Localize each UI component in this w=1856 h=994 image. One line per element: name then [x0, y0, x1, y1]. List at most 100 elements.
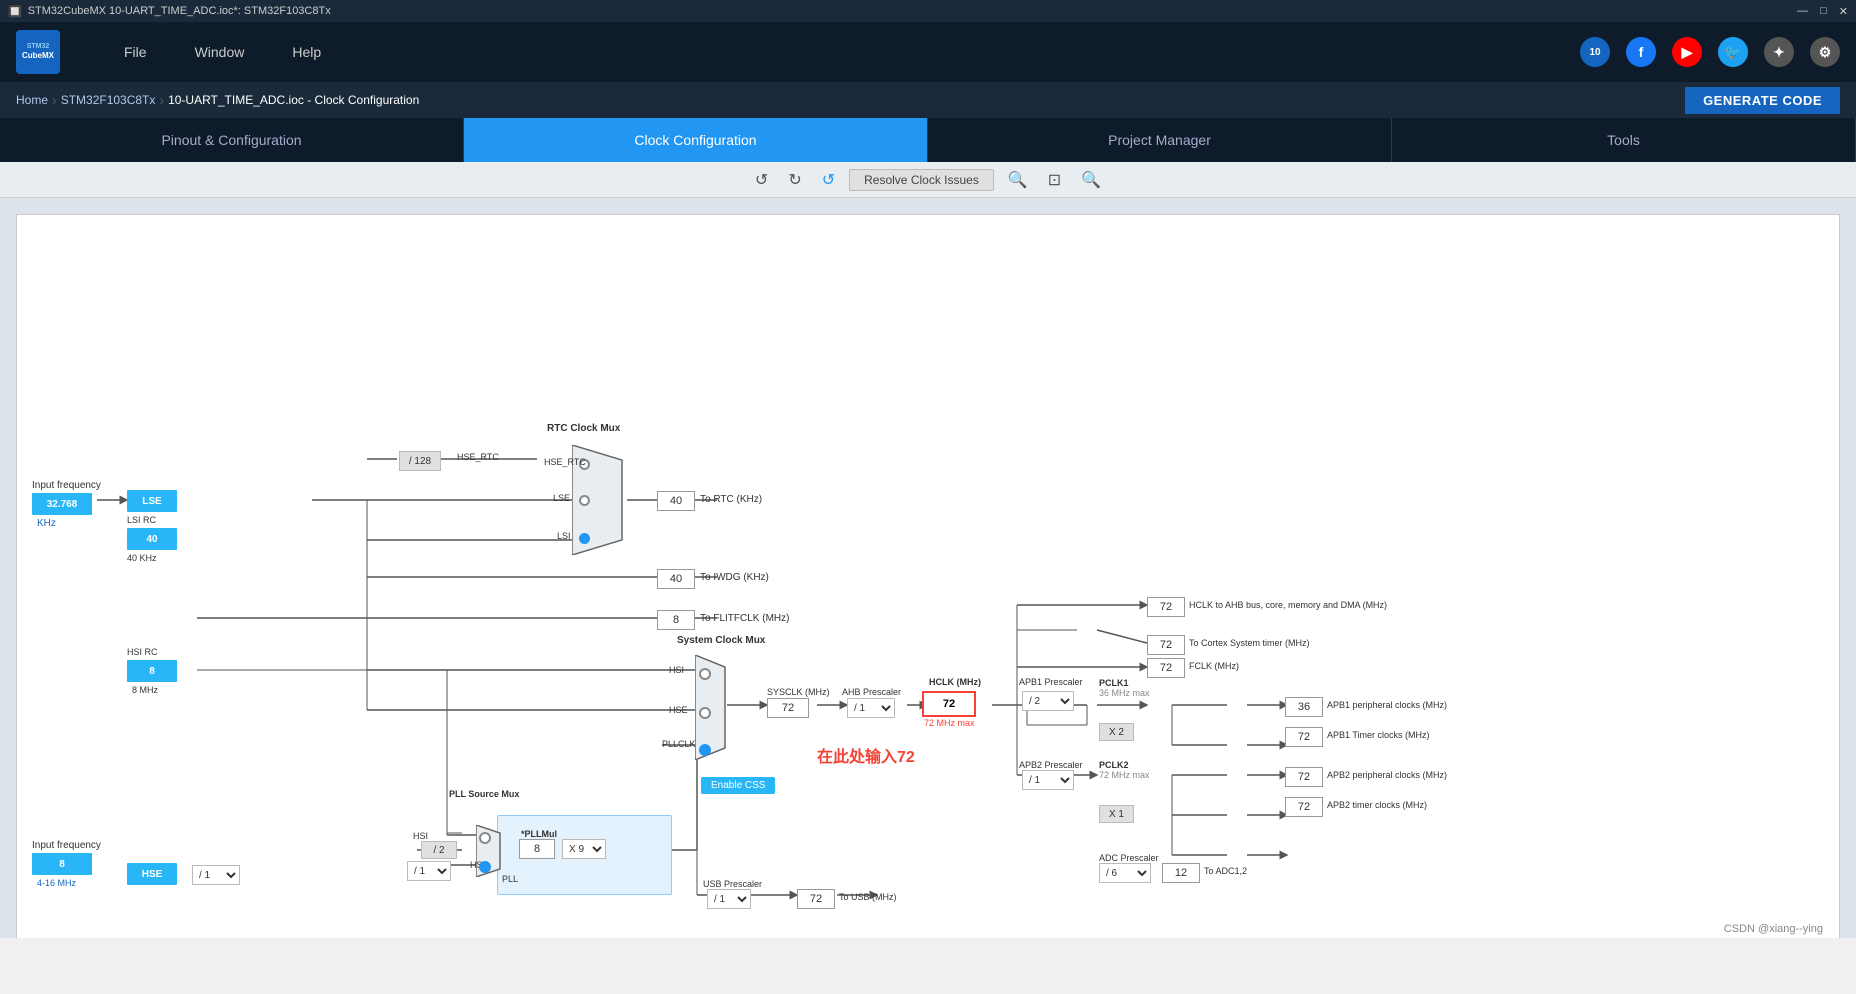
titlebar-title: STM32CubeMX 10-UART_TIME_ADC.ioc*: STM32… — [28, 5, 331, 17]
menu-window[interactable]: Window — [171, 36, 269, 68]
lse-unit-label: KHz — [37, 518, 56, 529]
lse-block[interactable]: LSE — [127, 490, 177, 512]
hsi-rc-label-text: HSI RC — [127, 647, 158, 657]
input-freq-lse-label: Input frequency — [32, 480, 101, 491]
maximize-btn[interactable]: □ — [1820, 5, 1827, 18]
adc-val[interactable]: 12 — [1162, 863, 1200, 883]
to-rtc-label: To RTC (KHz) — [700, 494, 762, 505]
pll-x9-select[interactable]: X 9 X 2 X 3 — [562, 839, 606, 859]
hse-pll-div-select[interactable]: / 1 — [407, 861, 451, 881]
to-iwdg-label: To IWDG (KHz) — [700, 572, 769, 583]
apb1-periph-label: APB1 peripheral clocks (MHz) — [1327, 700, 1447, 710]
refresh-button[interactable]: ↺ — [816, 168, 841, 192]
apb2-x1-block: X 1 — [1099, 805, 1134, 823]
undo-button[interactable]: ↺ — [749, 168, 774, 192]
clock-diagram: Input frequency 32.768 KHz LSE LSI RC 40… — [16, 214, 1840, 938]
hse-freq-input[interactable]: 8 — [32, 853, 92, 875]
pclk1-label: PCLK1 — [1099, 678, 1129, 688]
sys-mux-radio-hsi[interactable] — [699, 668, 711, 680]
pll-src-radio-hsi[interactable] — [479, 832, 491, 844]
resolve-clock-button[interactable]: Resolve Clock Issues — [849, 169, 994, 191]
zoom-out-button[interactable]: 🔍 — [1075, 168, 1107, 192]
to-rtc-val[interactable]: 40 — [657, 491, 695, 511]
logo-area: STM32 CubeMX — [16, 30, 60, 74]
settings-icon[interactable]: ⚙ — [1810, 37, 1840, 67]
youtube-icon[interactable]: ▶ — [1672, 37, 1702, 67]
close-btn[interactable]: ✕ — [1839, 5, 1848, 18]
logo-box: STM32 CubeMX — [16, 30, 60, 74]
div128-block: / 128 — [399, 451, 441, 471]
toolbar: ↺ ↻ ↺ Resolve Clock Issues 🔍 ⊡ 🔍 — [0, 162, 1856, 198]
to-ahb-label: HCLK to AHB bus, core, memory and DMA (M… — [1189, 600, 1387, 610]
pclk2-label: PCLK2 — [1099, 760, 1129, 770]
canvas-area: Input frequency 32.768 KHz LSE LSI RC 40… — [0, 198, 1856, 938]
ahb-prescaler-select[interactable]: / 1 — [847, 698, 895, 718]
breadcrumb-sep2: › — [159, 92, 164, 108]
menu-file[interactable]: File — [100, 36, 171, 68]
hse-rtc-label: HSE_RTC — [457, 452, 499, 462]
ahb-prescaler-label: AHB Prescaler — [842, 687, 901, 697]
tab-clock[interactable]: Clock Configuration — [464, 118, 928, 162]
twitter-icon[interactable]: 🐦 — [1718, 37, 1748, 67]
lse-freq-input[interactable]: 32.768 — [32, 493, 92, 515]
rtc-mux-radio-lsi[interactable] — [579, 533, 590, 544]
apb1-timer-val[interactable]: 72 — [1285, 727, 1323, 747]
apb1-prescaler-label: APB1 Prescaler — [1019, 677, 1083, 687]
sysclk-val[interactable]: 72 — [767, 698, 809, 718]
hse-rtc-mux-label: HSE_RTC — [544, 457, 586, 467]
hclk-input[interactable]: 72 — [922, 691, 976, 717]
to-flit-val[interactable]: 8 — [657, 610, 695, 630]
to-iwdg-val[interactable]: 40 — [657, 569, 695, 589]
tab-pinout[interactable]: Pinout & Configuration — [0, 118, 464, 162]
input-freq-hse-label: Input frequency — [32, 840, 101, 851]
apb1-prescaler-select[interactable]: / 2 / 1 / 4 — [1022, 691, 1074, 711]
breadcrumb-device[interactable]: STM32F103C8Tx — [61, 93, 156, 107]
lsi-unit-label: 40 KHz — [127, 553, 157, 563]
breadcrumb: Home › STM32F103C8Tx › 10-UART_TIME_ADC.… — [0, 82, 1856, 118]
usb-prescaler-select[interactable]: / 1 / 1.5 — [707, 889, 751, 909]
hsi-block[interactable]: 8 — [127, 660, 177, 682]
rtc-mux-radio-lse[interactable] — [579, 495, 590, 506]
lsi-block[interactable]: 40 — [127, 528, 177, 550]
breadcrumb-home[interactable]: Home — [16, 93, 48, 107]
tab-tools[interactable]: Tools — [1392, 118, 1856, 162]
network-icon[interactable]: ✦ — [1764, 37, 1794, 67]
apb2-periph-val[interactable]: 72 — [1285, 767, 1323, 787]
titlebar: 🔲 STM32CubeMX 10-UART_TIME_ADC.ioc*: STM… — [0, 0, 1856, 22]
hsi-unit-label: 8 MHz — [132, 685, 158, 695]
to-cortex-val[interactable]: 72 — [1147, 635, 1185, 655]
hse-div1-select[interactable]: / 1 / 2 — [192, 865, 240, 885]
sys-mux-radio-hse[interactable] — [699, 707, 711, 719]
pllclk-mux-label: PLLCLK — [662, 739, 696, 749]
div2-block: / 2 — [421, 841, 457, 859]
pll-label: PLL — [502, 874, 518, 884]
apb2-timer-val[interactable]: 72 — [1285, 797, 1323, 817]
to-ahb-val[interactable]: 72 — [1147, 597, 1185, 617]
hse-block[interactable]: HSE — [127, 863, 177, 885]
tab-project[interactable]: Project Manager — [928, 118, 1392, 162]
facebook-icon[interactable]: f — [1626, 37, 1656, 67]
generate-code-button[interactable]: GENERATE CODE — [1685, 87, 1840, 114]
adc-prescaler-select[interactable]: / 6 / 2 / 4 / 8 — [1099, 863, 1151, 883]
fclk-val[interactable]: 72 — [1147, 658, 1185, 678]
apb1-periph-val[interactable]: 36 — [1285, 697, 1323, 717]
menu-help[interactable]: Help — [268, 36, 345, 68]
to-usb-val[interactable]: 72 — [797, 889, 835, 909]
hse-mux-label: HSE — [669, 705, 688, 715]
rtc-mux-label: RTC Clock Mux — [547, 423, 620, 434]
enable-css-button[interactable]: Enable CSS — [701, 777, 775, 794]
fclk-label: FCLK (MHz) — [1189, 661, 1239, 671]
clock-lines-svg — [17, 215, 1839, 938]
apb2-prescaler-select[interactable]: / 1 / 2 — [1022, 770, 1074, 790]
sys-mux-radio-pll[interactable] — [699, 744, 711, 756]
pll-src-radio-hse[interactable] — [479, 861, 491, 873]
fit-button[interactable]: ⊡ — [1042, 168, 1067, 192]
breadcrumb-current: 10-UART_TIME_ADC.ioc - Clock Configurati… — [168, 93, 419, 107]
social-icons: 10 f ▶ 🐦 ✦ ⚙ — [1580, 37, 1840, 67]
pll-mul-val[interactable]: 8 — [519, 839, 555, 859]
hse-unit-label: 4-16 MHz — [37, 878, 76, 888]
zoom-in-button[interactable]: 🔍 — [1002, 168, 1034, 192]
minimize-btn[interactable]: — — [1797, 5, 1808, 18]
redo-button[interactable]: ↻ — [782, 168, 807, 192]
sys-mux-label: System Clock Mux — [677, 635, 765, 646]
